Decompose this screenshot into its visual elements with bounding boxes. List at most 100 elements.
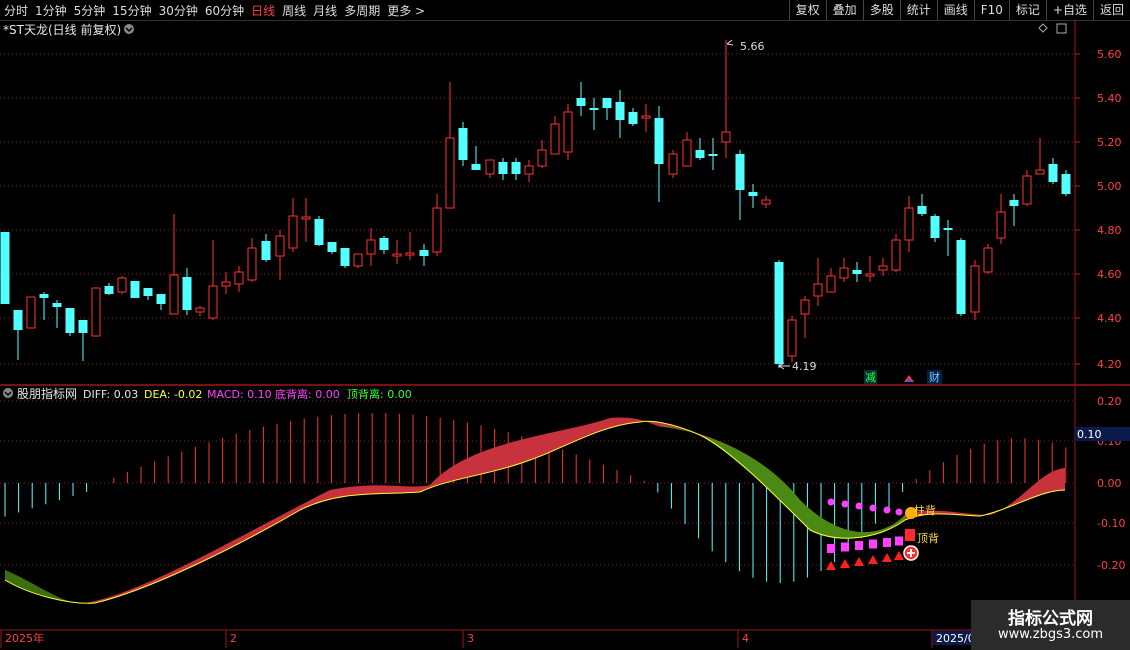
candle-body xyxy=(208,285,218,319)
candle xyxy=(117,276,127,294)
candle xyxy=(0,232,10,304)
period-tab-8[interactable]: 月线 xyxy=(313,2,337,19)
red-triangle-marker xyxy=(882,553,892,562)
restore-window-icon[interactable] xyxy=(1056,23,1067,34)
tool-button-5[interactable]: F10 xyxy=(973,0,1009,20)
divergence-dot xyxy=(869,504,877,512)
price-tick-label: 5.40 xyxy=(1097,92,1122,105)
candle xyxy=(340,248,350,268)
high-marker-label: 5.66 xyxy=(740,40,765,53)
candle xyxy=(195,306,205,316)
candlesticks xyxy=(0,40,1071,368)
candle-body xyxy=(891,239,901,271)
period-tab-7[interactable]: 周线 xyxy=(282,2,306,19)
indicator-menu-icon[interactable] xyxy=(3,388,13,398)
tool-button-6[interactable]: 标记 xyxy=(1008,0,1046,20)
watermark-title: 指标公式网 xyxy=(1008,609,1093,629)
candle xyxy=(695,138,705,160)
candle xyxy=(563,104,573,160)
period-tab-10[interactable]: 更多 > xyxy=(387,2,425,19)
candle xyxy=(485,159,495,178)
candle-body xyxy=(641,115,651,119)
candle-body xyxy=(1022,175,1032,205)
candle-body xyxy=(1035,169,1045,175)
candle-body xyxy=(628,112,638,124)
candle xyxy=(208,240,218,320)
candle xyxy=(943,220,953,256)
candle xyxy=(668,150,678,178)
price-tick-label: 4.20 xyxy=(1097,358,1122,371)
candle-body xyxy=(0,232,10,304)
candle xyxy=(865,256,875,282)
candle-body xyxy=(182,277,192,310)
candle xyxy=(878,258,888,276)
event-tag-reduce[interactable]: 减 xyxy=(865,371,876,384)
stock-title: *ST天龙(日线 前复权) xyxy=(3,22,121,37)
red-triangle-marker xyxy=(894,551,904,560)
candle xyxy=(708,138,718,170)
candle xyxy=(628,108,638,126)
candle xyxy=(130,281,140,298)
tool-button-1[interactable]: 叠加 xyxy=(825,0,863,20)
tool-button-8[interactable]: 返回 xyxy=(1092,0,1130,20)
candle xyxy=(156,294,166,310)
candle xyxy=(182,268,192,315)
period-tab-3[interactable]: 15分钟 xyxy=(112,2,151,19)
diamond-icon[interactable] xyxy=(1038,23,1048,33)
red-triangle-marker xyxy=(854,557,864,566)
candle-body xyxy=(485,159,495,175)
candle-body xyxy=(943,228,953,230)
candle xyxy=(787,316,797,362)
tool-button-4[interactable]: 画线 xyxy=(936,0,974,20)
candle-body xyxy=(234,271,244,285)
period-tab-6[interactable]: 日线 xyxy=(251,2,275,19)
event-tag-finance[interactable]: 财 xyxy=(929,370,940,384)
chevron-down-icon[interactable] xyxy=(124,24,134,34)
red-triangle-marker xyxy=(868,555,878,564)
candle-body xyxy=(735,154,745,190)
candle-body xyxy=(904,207,914,241)
indicator-name: 股朋指标网 xyxy=(17,386,77,401)
candle xyxy=(432,194,442,256)
tool-button-7[interactable]: +自选 xyxy=(1045,0,1093,20)
candle-body xyxy=(419,250,429,256)
tool-button-2[interactable]: 多股 xyxy=(862,0,900,20)
divergence-dot xyxy=(841,500,849,508)
candle xyxy=(78,320,88,361)
candle-body xyxy=(275,235,285,257)
candle-body xyxy=(682,139,692,167)
period-tab-4[interactable]: 30分钟 xyxy=(159,2,198,19)
candle xyxy=(327,242,337,254)
date-tick-label: 2025/0 xyxy=(936,632,975,645)
candle xyxy=(247,238,257,282)
indicator-tick-label: -0.10 xyxy=(1097,517,1125,530)
candle-body xyxy=(117,277,127,293)
period-tab-9[interactable]: 多周期 xyxy=(344,2,380,19)
period-tab-5[interactable]: 60分钟 xyxy=(205,2,244,19)
candle xyxy=(721,40,731,158)
candle-body xyxy=(52,303,62,307)
candle-body xyxy=(221,281,231,287)
tool-button-3[interactable]: 统计 xyxy=(899,0,937,20)
candle xyxy=(654,106,664,202)
period-tabs: 分时 1分钟 5分钟 15分钟 30分钟 60分钟 日线 周线 月线 多周期 更多 > xyxy=(4,2,432,19)
tool-button-0[interactable]: 复权 xyxy=(788,0,826,20)
candle-body xyxy=(602,98,612,108)
candle-body xyxy=(930,216,940,238)
indicator-tick-label: 0.20 xyxy=(1097,395,1122,408)
candle xyxy=(314,216,324,246)
candle-body xyxy=(353,253,363,267)
candle-body xyxy=(78,320,88,333)
candle-body xyxy=(405,252,415,256)
bottom-divergence-square xyxy=(869,539,877,549)
period-tab-2[interactable]: 5分钟 xyxy=(74,2,106,19)
candle xyxy=(379,236,389,254)
period-tab-0[interactable]: 分时 xyxy=(4,2,28,19)
candle xyxy=(589,98,599,130)
candle-body xyxy=(524,165,534,175)
candle xyxy=(366,228,376,266)
current-value-label: 0.10 xyxy=(1077,428,1102,441)
period-tab-1[interactable]: 1分钟 xyxy=(35,2,67,19)
candle xyxy=(615,90,625,138)
candle xyxy=(26,296,36,329)
